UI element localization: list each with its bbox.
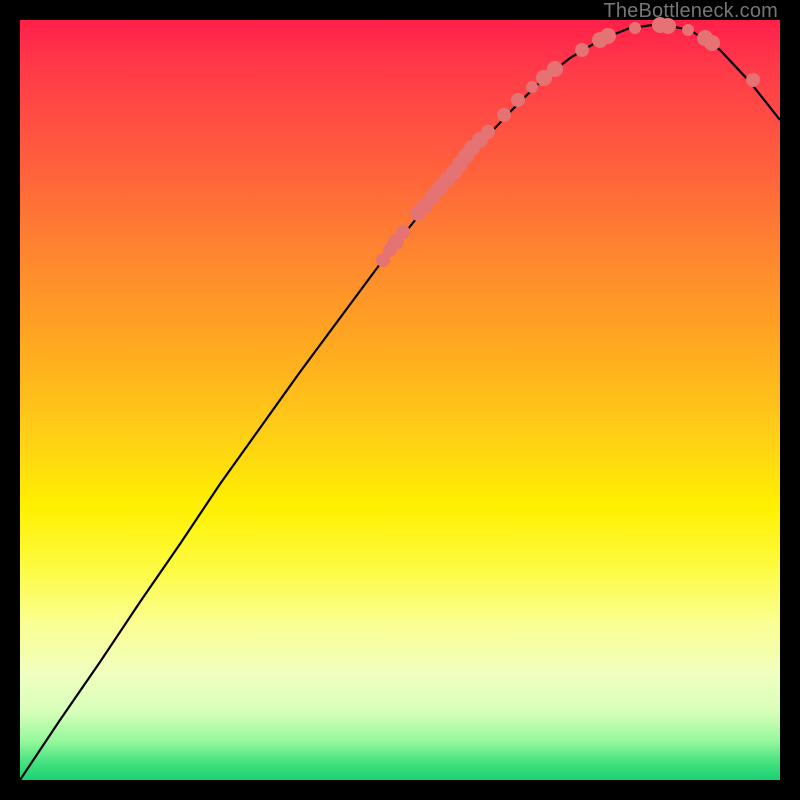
data-marker xyxy=(704,35,720,51)
data-marker xyxy=(547,61,563,77)
data-marker xyxy=(746,73,760,87)
data-markers xyxy=(376,17,760,267)
data-marker xyxy=(575,43,589,57)
data-marker xyxy=(511,93,525,107)
data-marker xyxy=(600,28,616,44)
data-marker xyxy=(526,81,538,93)
data-marker xyxy=(682,24,694,36)
data-marker xyxy=(629,22,641,34)
plot-area xyxy=(20,20,780,780)
watermark-text: TheBottleneck.com xyxy=(603,0,778,23)
bottleneck-curve xyxy=(20,24,780,780)
chart-svg xyxy=(20,20,780,780)
data-marker xyxy=(396,225,410,239)
chart-stage: TheBottleneck.com xyxy=(0,0,800,800)
data-marker xyxy=(481,125,495,139)
data-marker xyxy=(497,108,511,122)
